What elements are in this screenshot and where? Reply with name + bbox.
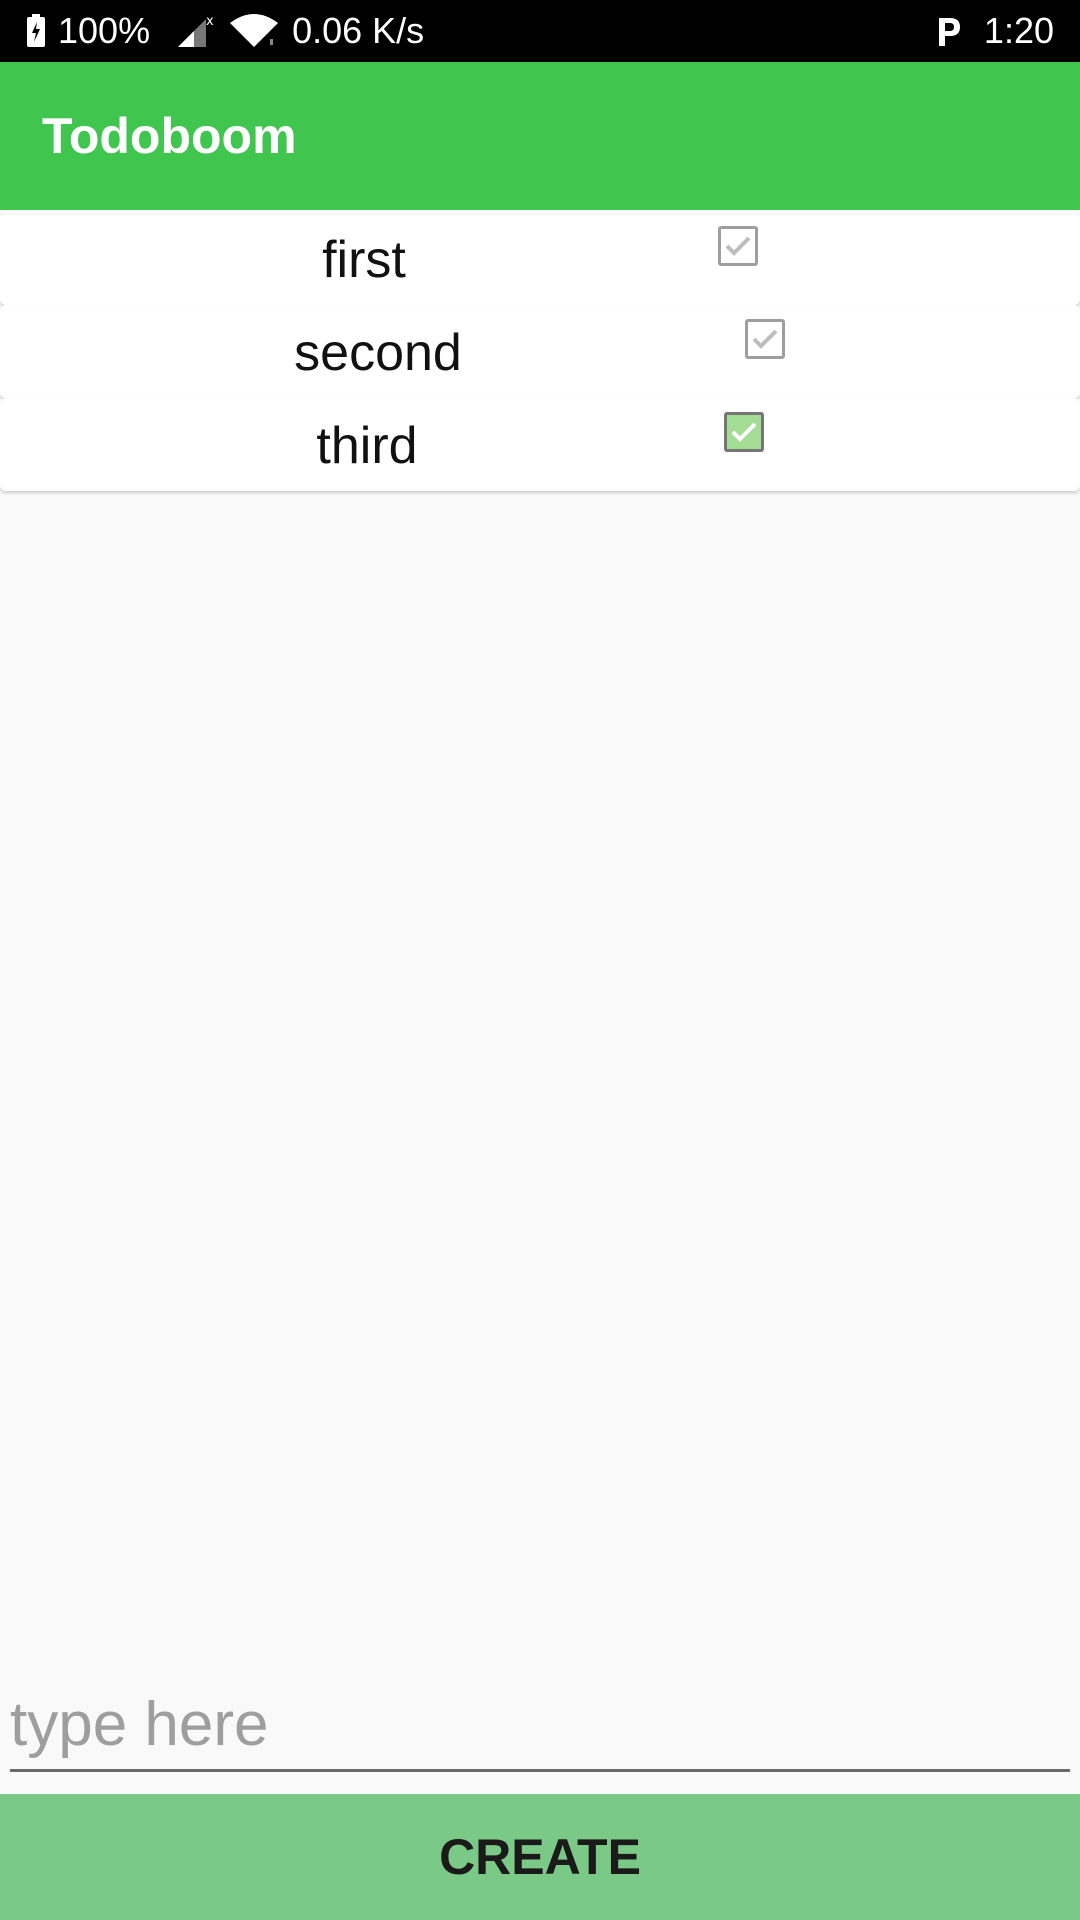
network-speed: 0.06 K/s xyxy=(292,10,425,51)
app-title: Todoboom xyxy=(42,108,297,164)
battery-percent: 100% xyxy=(58,10,151,51)
check-icon xyxy=(752,329,778,349)
todo-item-first[interactable]: first xyxy=(0,212,1080,305)
app-bar: Todoboom xyxy=(0,62,1080,210)
todo-item-second[interactable]: second xyxy=(0,305,1080,398)
check-icon xyxy=(725,236,751,256)
todo-label: third xyxy=(316,417,418,475)
todo-label: first xyxy=(322,231,406,289)
todo-input-field[interactable] xyxy=(10,1680,1070,1772)
todo-checkbox[interactable] xyxy=(718,226,758,266)
todo-item-third[interactable]: third xyxy=(0,398,1080,491)
todo-checkbox[interactable] xyxy=(724,412,764,452)
todo-checkbox[interactable] xyxy=(745,319,785,359)
clock: 1:20 xyxy=(983,10,1054,51)
todo-input[interactable] xyxy=(10,1680,1070,1769)
todo-list: first second third xyxy=(0,212,1080,491)
wifi-icon xyxy=(228,13,280,49)
battery-charging-icon xyxy=(26,14,46,48)
parking-icon xyxy=(934,14,964,48)
status-bar: 100% x 0.06 K/s 1:20 xyxy=(0,0,1080,62)
todo-label: second xyxy=(294,324,462,382)
create-button[interactable]: CREATE xyxy=(0,1794,1080,1920)
check-icon xyxy=(731,422,757,442)
signal-no-service-icon: x xyxy=(176,13,216,49)
svg-text:x: x xyxy=(206,14,214,29)
